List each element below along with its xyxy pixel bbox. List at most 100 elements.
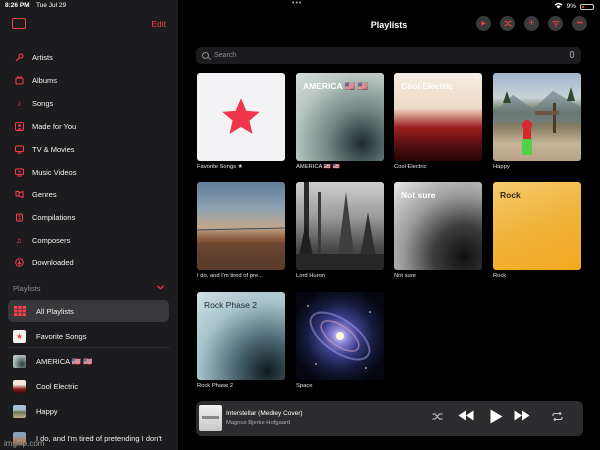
tile-text: Rock Phase 2: [204, 300, 257, 310]
sidebar-item-genres[interactable]: Genres: [0, 184, 178, 204]
sidebar-playlist-label: Favorite Songs: [36, 331, 87, 341]
play-icon: [490, 409, 503, 424]
playlist-tile-america[interactable]: AMERICA 🇺🇸 🇺🇸: [296, 73, 384, 161]
sidebar-item-tv-movies[interactable]: TV & Movies: [0, 139, 178, 159]
shuffle-toggle[interactable]: [432, 412, 443, 423]
add-button[interactable]: +: [524, 16, 539, 31]
playlist-tile-happy[interactable]: [493, 73, 581, 161]
sidebar-item-label: Downloaded: [32, 257, 74, 267]
playlist-caption: Happy: [493, 164, 510, 170]
playlist-tile-rock-phase-2[interactable]: Rock Phase 2: [197, 292, 285, 380]
sidebar-item-artists[interactable]: Artists: [0, 47, 178, 67]
america-thumb: [13, 354, 26, 368]
sidebar-item-songs[interactable]: ♪ Songs: [0, 93, 178, 113]
playlist-caption: AMERICA 🇺🇸 🇺🇸: [296, 164, 340, 170]
compilations-icon: [14, 212, 24, 222]
search-input[interactable]: Search: [214, 52, 236, 59]
sidebar-playlist-label: I do, and I'm tired of pretending I don'…: [36, 433, 162, 443]
sidebar-item-label: Songs: [32, 98, 54, 108]
shuffle-button[interactable]: [500, 16, 515, 31]
sidebar-item-label: Albums: [32, 75, 58, 85]
now-playing-artist: Magnus Bjerke Hofgaard: [226, 420, 291, 426]
sidebar-item-music-videos[interactable]: Music Videos: [0, 162, 178, 182]
tv-icon: [14, 144, 24, 154]
sidebar: Edit Artists Albums ♪ Songs Made for You…: [0, 0, 178, 450]
sidebar-item-label: Compilations: [32, 212, 76, 222]
sidebar-playlist-label: All Playlists: [36, 306, 74, 316]
sidebar-playlist-label: AMERICA 🇺🇸 🇺🇸: [36, 356, 93, 366]
sidebar-item-label: Music Videos: [32, 167, 77, 177]
playlist-caption: I do, and I'm tired of pre...: [197, 273, 263, 279]
status-time: 8:26 PM: [5, 2, 30, 9]
playlist-tile-space[interactable]: [296, 292, 384, 380]
sidebar-item-label: TV & Movies: [32, 144, 75, 154]
playlist-tile-not-sure[interactable]: Not sure: [394, 182, 482, 270]
sort-icon: [552, 20, 559, 27]
forest-artwork: [296, 182, 384, 270]
galaxy-artwork: [307, 305, 371, 369]
playlist-caption: Lord Huron: [296, 273, 326, 279]
playlist-caption: Favorite Songs ★: [197, 164, 243, 170]
plus-icon: +: [528, 18, 535, 29]
playlist-caption: Space: [296, 383, 313, 389]
favorite-thumb: ★: [13, 329, 26, 343]
sidebar-playlist-america[interactable]: AMERICA 🇺🇸 🇺🇸: [8, 350, 169, 372]
search-bar[interactable]: Search: [196, 47, 581, 64]
album-icon: [14, 75, 24, 85]
mini-player[interactable]: Interstellar (Medley Cover) Magnus Bjerk…: [196, 401, 583, 436]
mic-icon: [14, 52, 24, 62]
playlist-tile-rock[interactable]: Rock: [493, 182, 581, 270]
video-icon: [14, 167, 24, 177]
shuffle-icon: [432, 413, 443, 420]
play-pause-button[interactable]: [490, 409, 503, 427]
multitasking-dots[interactable]: •••: [292, 0, 302, 7]
sidebar-item-downloaded[interactable]: Downloaded: [0, 252, 178, 272]
sidebar-item-compilations[interactable]: Compilations: [0, 207, 178, 227]
playlist-tile-tired[interactable]: [197, 182, 285, 270]
playlist-tile-lord-huron[interactable]: [296, 182, 384, 270]
battery-percent: 9%: [566, 3, 576, 10]
sidebar-item-albums[interactable]: Albums: [0, 70, 178, 90]
playlist-tile-cool-electric[interactable]: Cool Electric: [394, 73, 482, 161]
genres-icon: [14, 189, 24, 199]
search-icon: [202, 52, 209, 59]
sidebar-playlist-all[interactable]: All Playlists: [8, 300, 169, 322]
status-bar: 8:26 PM Tue Jul 29 ••• 9%: [0, 0, 600, 12]
repeat-icon: [552, 411, 563, 422]
happy-thumb: [13, 404, 26, 418]
sidebar-playlist-favorite-songs[interactable]: ★ Favorite Songs: [8, 325, 169, 347]
playlist-tile-favorite-songs[interactable]: [197, 73, 285, 161]
now-playing-artwork[interactable]: [199, 405, 222, 431]
battery-icon: [580, 3, 594, 10]
download-icon: [14, 257, 24, 267]
next-button[interactable]: [514, 410, 530, 424]
sidebar-toggle-icon[interactable]: [12, 18, 26, 29]
sidebar-item-composers[interactable]: ♫ Composers: [0, 230, 178, 250]
sort-button[interactable]: [548, 16, 563, 31]
wifi-icon: [554, 2, 563, 11]
happy-artwork: [493, 87, 581, 155]
sidebar-playlist-happy[interactable]: Happy: [8, 400, 169, 422]
microphone-icon[interactable]: [570, 51, 574, 58]
playlist-caption: Rock Phase 2: [197, 383, 234, 389]
forward-icon: [514, 410, 530, 421]
playlist-caption: Not sure: [394, 273, 416, 279]
sidebar-top: Edit: [0, 12, 178, 42]
edit-button[interactable]: Edit: [151, 19, 166, 29]
chevron-down-icon[interactable]: [157, 283, 164, 292]
sidebar-item-made-for-you[interactable]: Made for You: [0, 116, 178, 136]
repeat-toggle[interactable]: [552, 411, 563, 423]
sidebar-item-label: Genres: [32, 189, 57, 199]
more-button[interactable]: •••: [572, 16, 587, 31]
play-button[interactable]: ▶: [476, 16, 491, 31]
divider: [8, 347, 170, 348]
sidebar-playlist-cool-electric[interactable]: Cool Electric: [8, 375, 169, 397]
backward-icon: [458, 410, 474, 421]
previous-button[interactable]: [458, 410, 474, 424]
playlists-section-header[interactable]: Playlists: [13, 284, 41, 293]
grid-icon: [13, 305, 26, 318]
sidebar-item-label: Artists: [32, 52, 53, 62]
note-icon: ♪: [17, 98, 21, 108]
composers-icon: ♫: [16, 235, 22, 245]
tile-text: Rock: [500, 190, 521, 200]
